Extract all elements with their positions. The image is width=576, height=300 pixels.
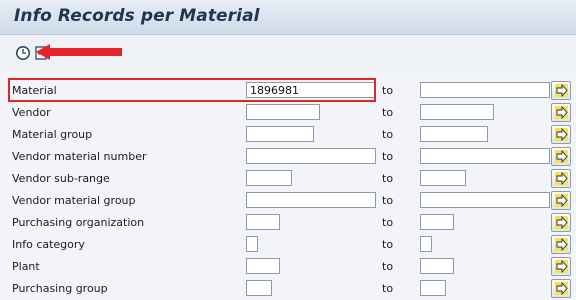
info-category-low-field[interactable] <box>246 236 258 252</box>
purchasing-group-high-field[interactable] <box>420 280 446 296</box>
selection-row-vendor-material-number: Vendor material number to <box>10 146 572 168</box>
multiple-selection-button[interactable] <box>551 279 571 298</box>
row-label: Vendor <box>12 106 51 119</box>
application-toolbar <box>0 35 576 71</box>
to-label: to <box>382 216 394 229</box>
multiple-selection-arrow-icon <box>555 150 568 163</box>
selection-row-material-group: Material group to <box>10 124 572 146</box>
selection-row-vendor: Vendor to <box>10 102 572 124</box>
to-label: to <box>382 150 394 163</box>
to-label: to <box>382 128 394 141</box>
selection-row-plant: Plant to <box>10 256 572 278</box>
multiple-selection-arrow-icon <box>555 282 568 295</box>
purchasing-group-low-field[interactable] <box>246 280 272 296</box>
row-label: Vendor material number <box>12 150 147 163</box>
selection-row-purchasing-organization: Purchasing organization to <box>10 212 572 234</box>
vendor-sub-range-high-field[interactable] <box>420 170 466 186</box>
to-label: to <box>382 106 394 119</box>
purchasing-organization-high-field[interactable] <box>420 214 454 230</box>
multiple-selection-arrow-icon <box>555 194 568 207</box>
selection-row-material: Material 1896981 to <box>10 80 572 102</box>
plant-high-field[interactable] <box>420 258 454 274</box>
to-label: to <box>382 194 394 207</box>
multiple-selection-arrow-icon <box>555 172 568 185</box>
multiple-selection-arrow-icon <box>555 216 568 229</box>
multiple-selection-button[interactable] <box>551 81 571 100</box>
multiple-selection-button[interactable] <box>551 103 571 122</box>
red-arrow-icon <box>36 44 122 60</box>
plant-low-field[interactable] <box>246 258 280 274</box>
row-label: Info category <box>12 238 85 251</box>
execute-button[interactable] <box>14 44 32 62</box>
page-title: Info Records per Material <box>14 6 260 26</box>
vendor-low-field[interactable] <box>246 104 320 120</box>
to-label: to <box>382 84 394 97</box>
row-label: Purchasing organization <box>12 216 145 229</box>
multiple-selection-arrow-icon <box>555 106 568 119</box>
multiple-selection-button[interactable] <box>551 169 571 188</box>
vendor-material-number-high-field[interactable] <box>420 148 550 164</box>
vendor-material-group-low-field[interactable] <box>246 192 376 208</box>
multiple-selection-button[interactable] <box>551 191 571 210</box>
material-group-high-field[interactable] <box>420 126 488 142</box>
row-label: Purchasing group <box>12 282 108 295</box>
row-label: Material group <box>12 128 93 141</box>
vendor-material-number-low-field[interactable] <box>246 148 376 164</box>
multiple-selection-button[interactable] <box>551 235 571 254</box>
to-label: to <box>382 238 394 251</box>
multiple-selection-button[interactable] <box>551 257 571 276</box>
purchasing-organization-low-field[interactable] <box>246 214 280 230</box>
to-label: to <box>382 282 394 295</box>
multiple-selection-button[interactable] <box>551 125 571 144</box>
multiple-selection-arrow-icon <box>555 260 568 273</box>
row-label: Vendor material group <box>12 194 136 207</box>
multiple-selection-button[interactable] <box>551 213 571 232</box>
row-label: Plant <box>12 260 40 273</box>
row-label: Material <box>12 84 57 97</box>
to-label: to <box>382 172 394 185</box>
to-label: to <box>382 260 394 273</box>
selection-row-vendor-material-group: Vendor material group to <box>10 190 572 212</box>
vendor-sub-range-low-field[interactable] <box>246 170 292 186</box>
multiple-selection-arrow-icon <box>555 128 568 141</box>
multiple-selection-arrow-icon <box>555 238 568 251</box>
multiple-selection-button[interactable] <box>551 147 571 166</box>
multiple-selection-arrow-icon <box>555 84 568 97</box>
selection-row-purchasing-group: Purchasing group to <box>10 278 572 300</box>
vendor-material-group-high-field[interactable] <box>420 192 550 208</box>
title-bar: Info Records per Material <box>0 0 576 35</box>
vendor-high-field[interactable] <box>420 104 494 120</box>
material-high-field[interactable] <box>420 82 550 98</box>
material-group-low-field[interactable] <box>246 126 314 142</box>
selection-row-info-category: Info category to <box>10 234 572 256</box>
row-label: Vendor sub-range <box>12 172 110 185</box>
execute-clock-icon <box>16 46 30 60</box>
material-low-field[interactable]: 1896981 <box>246 82 376 98</box>
selection-row-vendor-sub-range: Vendor sub-range to <box>10 168 572 190</box>
info-category-high-field[interactable] <box>420 236 432 252</box>
